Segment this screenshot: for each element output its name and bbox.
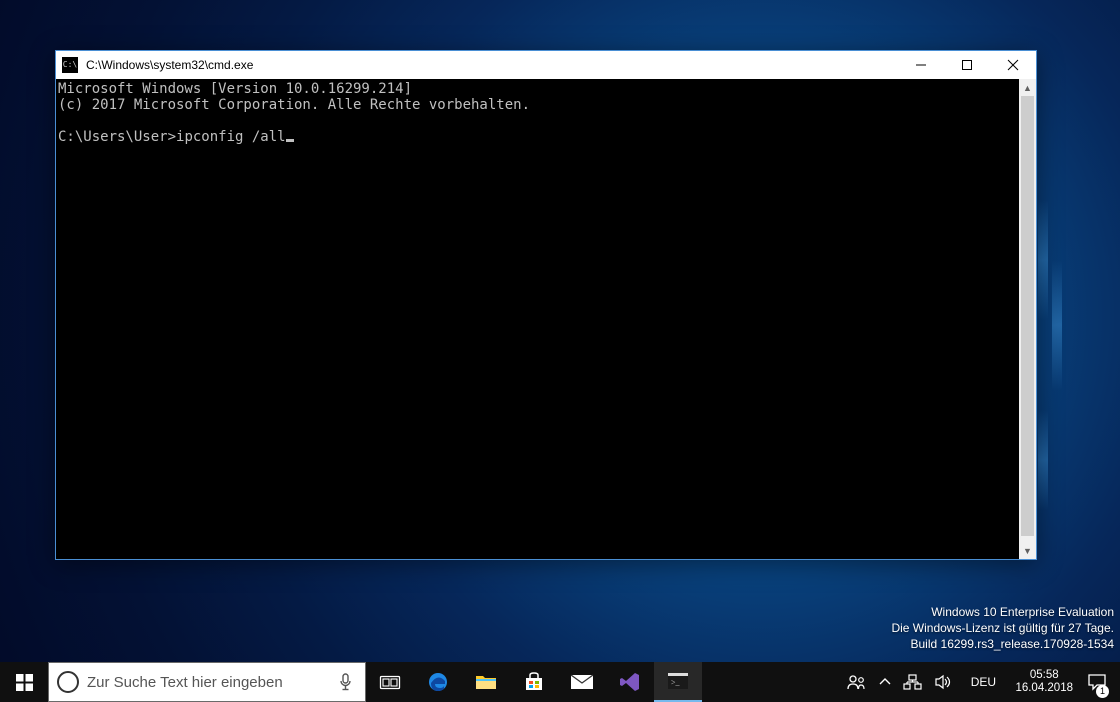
terminal-line: (c) 2017 Microsoft Corporation. Alle Rec… — [58, 97, 530, 113]
cmd-window[interactable]: C:\ C:\Windows\system32\cmd.exe Microsof… — [55, 50, 1037, 560]
cortana-icon[interactable] — [49, 671, 87, 693]
minimize-button[interactable] — [898, 51, 944, 79]
search-input[interactable]: Zur Suche Text hier eingeben — [48, 662, 366, 702]
network-icon[interactable] — [897, 662, 928, 702]
decoration — [1052, 260, 1062, 390]
scroll-thumb[interactable] — [1021, 96, 1034, 536]
terminal-line: Microsoft Windows [Version 10.0.16299.21… — [58, 81, 412, 97]
task-view-button[interactable] — [366, 662, 414, 702]
file-explorer-icon — [475, 673, 497, 691]
people-button[interactable] — [839, 662, 873, 702]
store-icon — [524, 672, 544, 692]
terminal-prompt: C:\Users\User> — [58, 129, 176, 145]
system-tray[interactable]: DEU 05:58 16.04.2018 1 — [839, 662, 1120, 702]
activation-watermark: Windows 10 Enterprise Evaluation Die Win… — [891, 604, 1114, 652]
notification-badge: 1 — [1096, 685, 1109, 698]
clock-date: 16.04.2018 — [1015, 682, 1073, 695]
edge-icon — [427, 671, 449, 693]
decoration — [1038, 200, 1048, 320]
task-view-icon — [380, 674, 400, 690]
terminal-output[interactable]: Microsoft Windows [Version 10.0.16299.21… — [56, 79, 1019, 559]
watermark-line: Build 16299.rs3_release.170928-1534 — [891, 636, 1114, 652]
start-button[interactable] — [0, 662, 48, 702]
maximize-button[interactable] — [944, 51, 990, 79]
cmd-icon: C:\ — [62, 57, 78, 73]
taskbar[interactable]: Zur Suche Text hier eingeben — [0, 662, 1120, 702]
taskbar-app-explorer[interactable] — [462, 662, 510, 702]
taskbar-app-store[interactable] — [510, 662, 558, 702]
taskbar-app-cmd[interactable]: >_ — [654, 662, 702, 702]
cursor — [286, 139, 294, 142]
scroll-down-button[interactable]: ▼ — [1019, 542, 1036, 559]
action-center-button[interactable]: 1 — [1081, 662, 1113, 702]
decoration — [1038, 410, 1048, 510]
desktop[interactable]: Windows 10 Enterprise Evaluation Die Win… — [0, 0, 1120, 702]
titlebar[interactable]: C:\ C:\Windows\system32\cmd.exe — [56, 51, 1036, 79]
taskbar-app-mail[interactable] — [558, 662, 606, 702]
cmd-icon: >_ — [668, 673, 688, 689]
volume-icon[interactable] — [928, 662, 959, 702]
mail-icon — [570, 674, 594, 690]
scrollbar[interactable]: ▲ ▼ — [1019, 79, 1036, 559]
search-placeholder: Zur Suche Text hier eingeben — [87, 674, 325, 691]
speaker-icon — [935, 675, 952, 689]
chevron-up-icon — [880, 678, 890, 686]
language-indicator[interactable]: DEU — [959, 662, 1007, 702]
scroll-up-button[interactable]: ▲ — [1019, 79, 1036, 96]
ethernet-icon — [904, 675, 921, 690]
svg-text:>_: >_ — [671, 678, 681, 687]
windows-logo-icon — [16, 674, 33, 691]
microphone-icon[interactable] — [325, 673, 365, 691]
watermark-line: Windows 10 Enterprise Evaluation — [891, 604, 1114, 620]
taskbar-app-edge[interactable] — [414, 662, 462, 702]
visual-studio-icon — [619, 671, 641, 693]
tray-overflow-button[interactable] — [873, 662, 897, 702]
watermark-line: Die Windows-Lizenz ist gültig für 27 Tag… — [891, 620, 1114, 636]
people-icon — [846, 674, 866, 690]
window-title: C:\Windows\system32\cmd.exe — [86, 58, 253, 72]
taskbar-app-visualstudio[interactable] — [606, 662, 654, 702]
clock-time: 05:58 — [1030, 669, 1059, 682]
clock[interactable]: 05:58 16.04.2018 — [1007, 662, 1081, 702]
terminal-command: ipconfig /all — [176, 129, 286, 145]
close-button[interactable] — [990, 51, 1036, 79]
